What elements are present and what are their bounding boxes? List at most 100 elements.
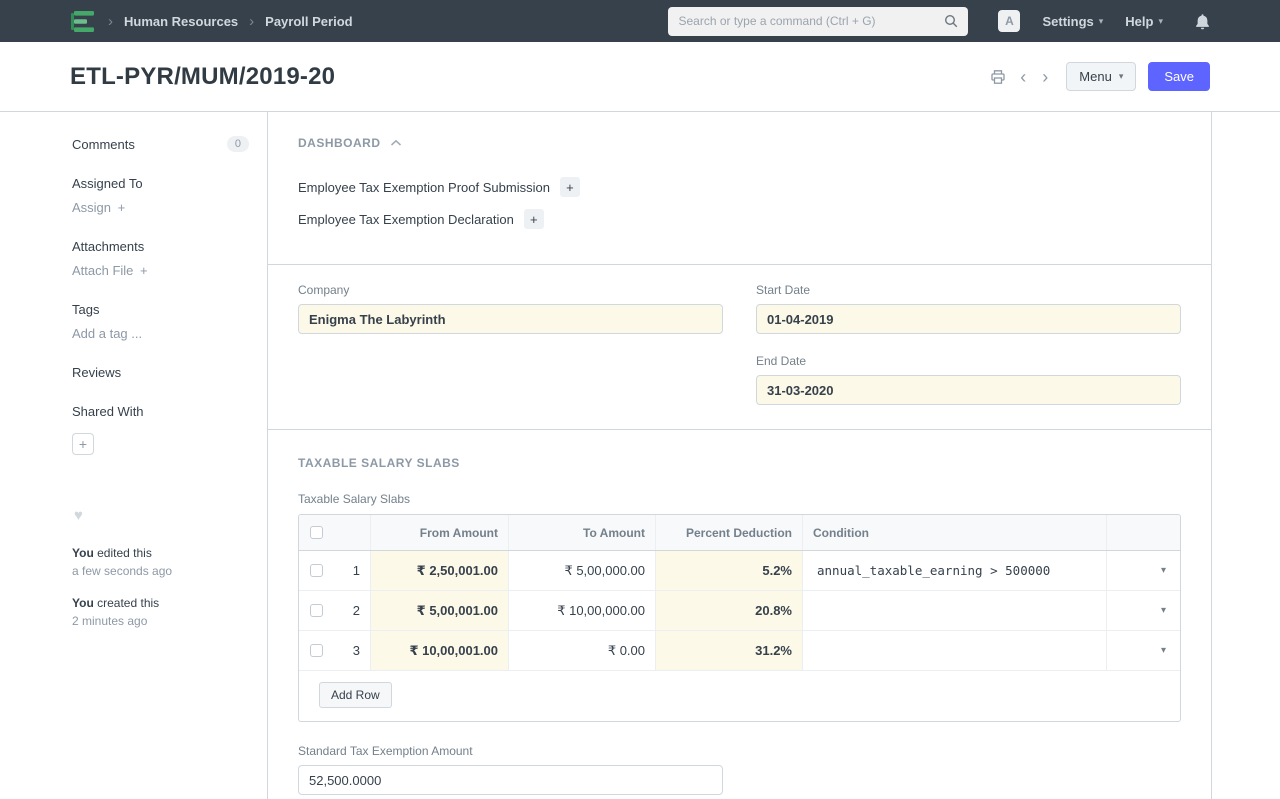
page-actions: ‹ › Menu ▾ Save <box>990 62 1210 91</box>
col-header-condition: Condition <box>803 515 1107 550</box>
start-date-field: Start Date 01-04-2019 <box>756 283 1181 334</box>
col-header-to-amount: To Amount <box>509 515 656 550</box>
prev-document-button[interactable]: ‹ <box>1018 68 1028 86</box>
dashboard-heading: DASHBOARD <box>298 136 381 150</box>
table-row: 1 ₹ 2,50,001.00 ₹ 5,00,000.00 5.2% annua… <box>299 551 1180 591</box>
slabs-section-heading: TAXABLE SALARY SLABS <box>298 456 460 470</box>
form-sidebar: Comments 0 Assigned To Assign + Attachme… <box>0 112 268 799</box>
assign-label: Assign <box>72 200 111 215</box>
grid-actions-header <box>1107 515 1180 550</box>
page-header: ETL-PYR/MUM/2019-20 ‹ › Menu ▾ Save <box>0 42 1280 112</box>
breadcrumb-doctype[interactable]: Payroll Period <box>265 14 352 29</box>
company-label: Company <box>298 283 723 297</box>
percent-deduction-cell[interactable]: 5.2% <box>656 551 803 590</box>
slabs-grid: From Amount To Amount Percent Deduction … <box>298 514 1181 722</box>
from-amount-cell[interactable]: ₹ 10,00,001.00 <box>371 631 509 670</box>
plus-icon: + <box>140 263 148 278</box>
table-row: 3 ₹ 10,00,001.00 ₹ 0.00 31.2% ▾ <box>299 631 1180 671</box>
from-amount-cell[interactable]: ₹ 5,00,001.00 <box>371 591 509 630</box>
dashboard-link-proof-submission[interactable]: Employee Tax Exemption Proof Submission <box>298 180 550 195</box>
navbar: › Human Resources › Payroll Period A Set… <box>0 0 1280 42</box>
row-expand-arrow-icon[interactable]: ▾ <box>1107 551 1180 590</box>
save-button[interactable]: Save <box>1148 62 1210 91</box>
help-label: Help <box>1125 14 1153 29</box>
percent-deduction-cell[interactable]: 20.8% <box>656 591 803 630</box>
chevron-down-icon: ▾ <box>1099 17 1104 26</box>
to-amount-cell[interactable]: ₹ 5,00,000.00 <box>509 551 656 590</box>
table-row: 2 ₹ 5,00,001.00 ₹ 10,00,000.00 20.8% ▾ <box>299 591 1180 631</box>
activity-user: You <box>72 596 94 610</box>
activity-item: You edited this a few seconds ago <box>72 546 249 578</box>
activity-item: You created this 2 minutes ago <box>72 596 249 628</box>
dashboard-section: DASHBOARD Employee Tax Exemption Proof S… <box>268 112 1211 265</box>
condition-cell[interactable] <box>803 591 1107 630</box>
row-checkbox[interactable] <box>310 644 323 657</box>
help-menu[interactable]: Help ▾ <box>1125 14 1163 29</box>
chevron-up-icon[interactable] <box>390 139 402 147</box>
standard-tax-exemption-label: Standard Tax Exemption Amount <box>298 744 723 758</box>
select-all-checkbox[interactable] <box>310 526 323 539</box>
row-index: 2 <box>333 591 371 630</box>
global-search <box>668 7 968 36</box>
to-amount-cell[interactable]: ₹ 0.00 <box>509 631 656 670</box>
settings-label: Settings <box>1042 14 1093 29</box>
standard-tax-exemption-input[interactable]: 52,500.0000 <box>298 765 723 795</box>
grid-header-row: From Amount To Amount Percent Deduction … <box>299 515 1180 551</box>
page-title: ETL-PYR/MUM/2019-20 <box>70 63 335 91</box>
form-body: DASHBOARD Employee Tax Exemption Proof S… <box>268 112 1212 799</box>
standard-tax-exemption-field: Standard Tax Exemption Amount 52,500.000… <box>298 744 723 795</box>
share-add-button[interactable]: + <box>72 433 94 455</box>
search-input[interactable] <box>678 14 944 28</box>
percent-deduction-cell[interactable]: 31.2% <box>656 631 803 670</box>
app-logo-icon[interactable] <box>70 10 97 33</box>
activity-log: You edited this a few seconds ago You cr… <box>72 546 249 628</box>
start-date-label: Start Date <box>756 283 1181 297</box>
row-expand-arrow-icon[interactable]: ▾ <box>1107 591 1180 630</box>
end-date-input[interactable]: 31-03-2020 <box>756 375 1181 405</box>
avatar[interactable]: A <box>998 10 1020 32</box>
row-expand-arrow-icon[interactable]: ▾ <box>1107 631 1180 670</box>
breadcrumb-module[interactable]: Human Resources <box>124 14 238 29</box>
assign-button[interactable]: Assign + <box>72 200 249 215</box>
activity-action: created this <box>97 596 159 610</box>
row-index: 3 <box>333 631 371 670</box>
search-icon[interactable] <box>944 14 958 28</box>
chevron-down-icon: ▾ <box>1158 17 1163 26</box>
row-checkbox[interactable] <box>310 604 323 617</box>
condition-cell[interactable] <box>803 631 1107 670</box>
shared-with-label: Shared With <box>72 404 249 419</box>
add-tag-input[interactable]: Add a tag ... <box>72 326 249 341</box>
navbar-right: A Settings ▾ Help ▾ <box>998 10 1210 32</box>
next-document-button[interactable]: › <box>1040 68 1050 86</box>
chevron-down-icon: ▾ <box>1119 72 1124 81</box>
settings-menu[interactable]: Settings ▾ <box>1042 14 1103 29</box>
attach-file-button[interactable]: Attach File + <box>72 263 249 278</box>
end-date-label: End Date <box>756 354 1181 368</box>
print-icon[interactable] <box>990 69 1006 85</box>
attachments-label: Attachments <box>72 239 249 254</box>
reviews-label: Reviews <box>72 365 249 380</box>
chevron-right-icon: › <box>107 14 114 29</box>
company-input[interactable]: Enigma The Labyrinth <box>298 304 723 334</box>
row-checkbox[interactable] <box>310 564 323 577</box>
chevron-right-icon: › <box>248 14 255 29</box>
taxable-salary-slabs-section: TAXABLE SALARY SLABS Taxable Salary Slab… <box>268 430 1211 795</box>
dashboard-link-row: Employee Tax Exemption Proof Submission … <box>298 176 1181 198</box>
row-index: 1 <box>333 551 371 590</box>
from-amount-cell[interactable]: ₹ 2,50,001.00 <box>371 551 509 590</box>
menu-button[interactable]: Menu ▾ <box>1066 62 1136 91</box>
activity-action: edited this <box>97 546 152 560</box>
condition-cell[interactable]: annual_taxable_earning > 500000 <box>803 551 1107 590</box>
add-declaration-button[interactable]: + <box>524 209 544 229</box>
to-amount-cell[interactable]: ₹ 10,00,000.00 <box>509 591 656 630</box>
comments-link[interactable]: Comments <box>72 137 135 152</box>
add-row-button[interactable]: Add Row <box>319 682 392 708</box>
company-field: Company Enigma The Labyrinth <box>298 283 723 334</box>
notifications-bell-icon[interactable] <box>1195 13 1210 30</box>
like-heart-icon[interactable]: ♥ <box>74 507 249 524</box>
dashboard-link-declaration[interactable]: Employee Tax Exemption Declaration <box>298 212 514 227</box>
grid-footer: Add Row <box>299 671 1180 721</box>
menu-button-label: Menu <box>1079 69 1112 84</box>
add-proof-submission-button[interactable]: + <box>560 177 580 197</box>
start-date-input[interactable]: 01-04-2019 <box>756 304 1181 334</box>
